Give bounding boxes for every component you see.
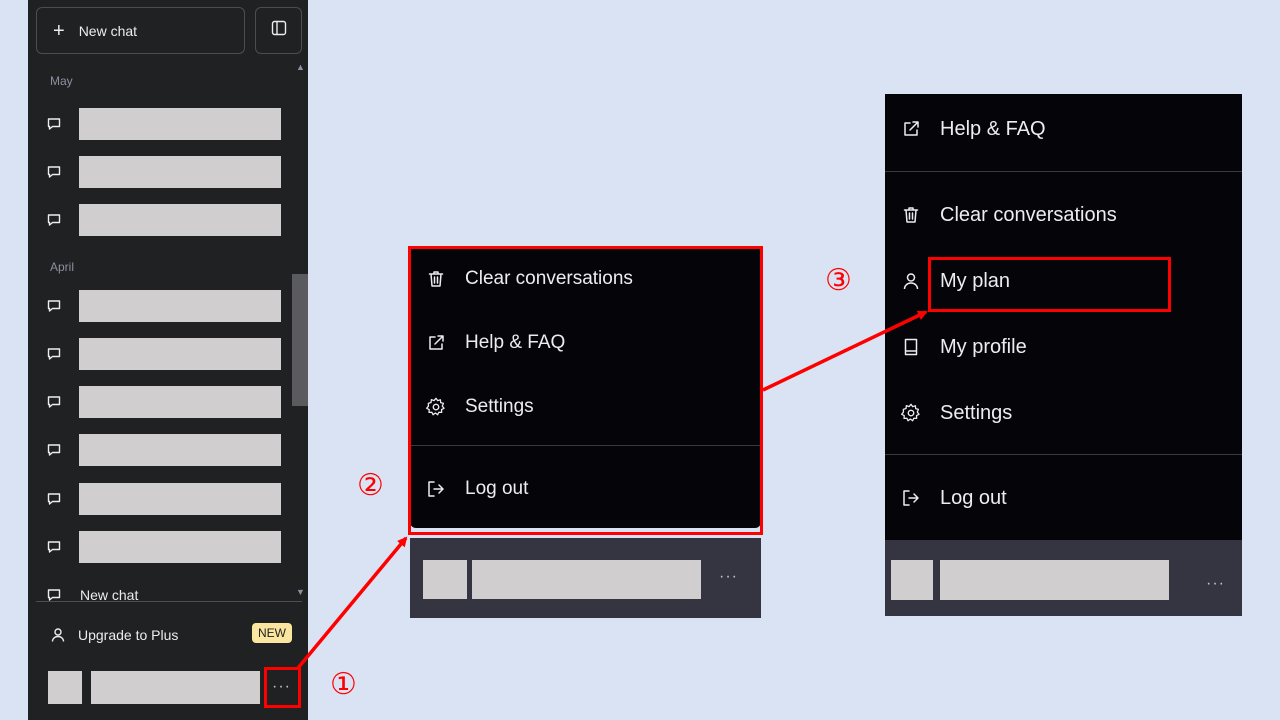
arrow-step2-to-step3 [762, 310, 928, 392]
annotation-arrows [296, 310, 928, 670]
arrow-step1-to-step2 [296, 536, 408, 670]
